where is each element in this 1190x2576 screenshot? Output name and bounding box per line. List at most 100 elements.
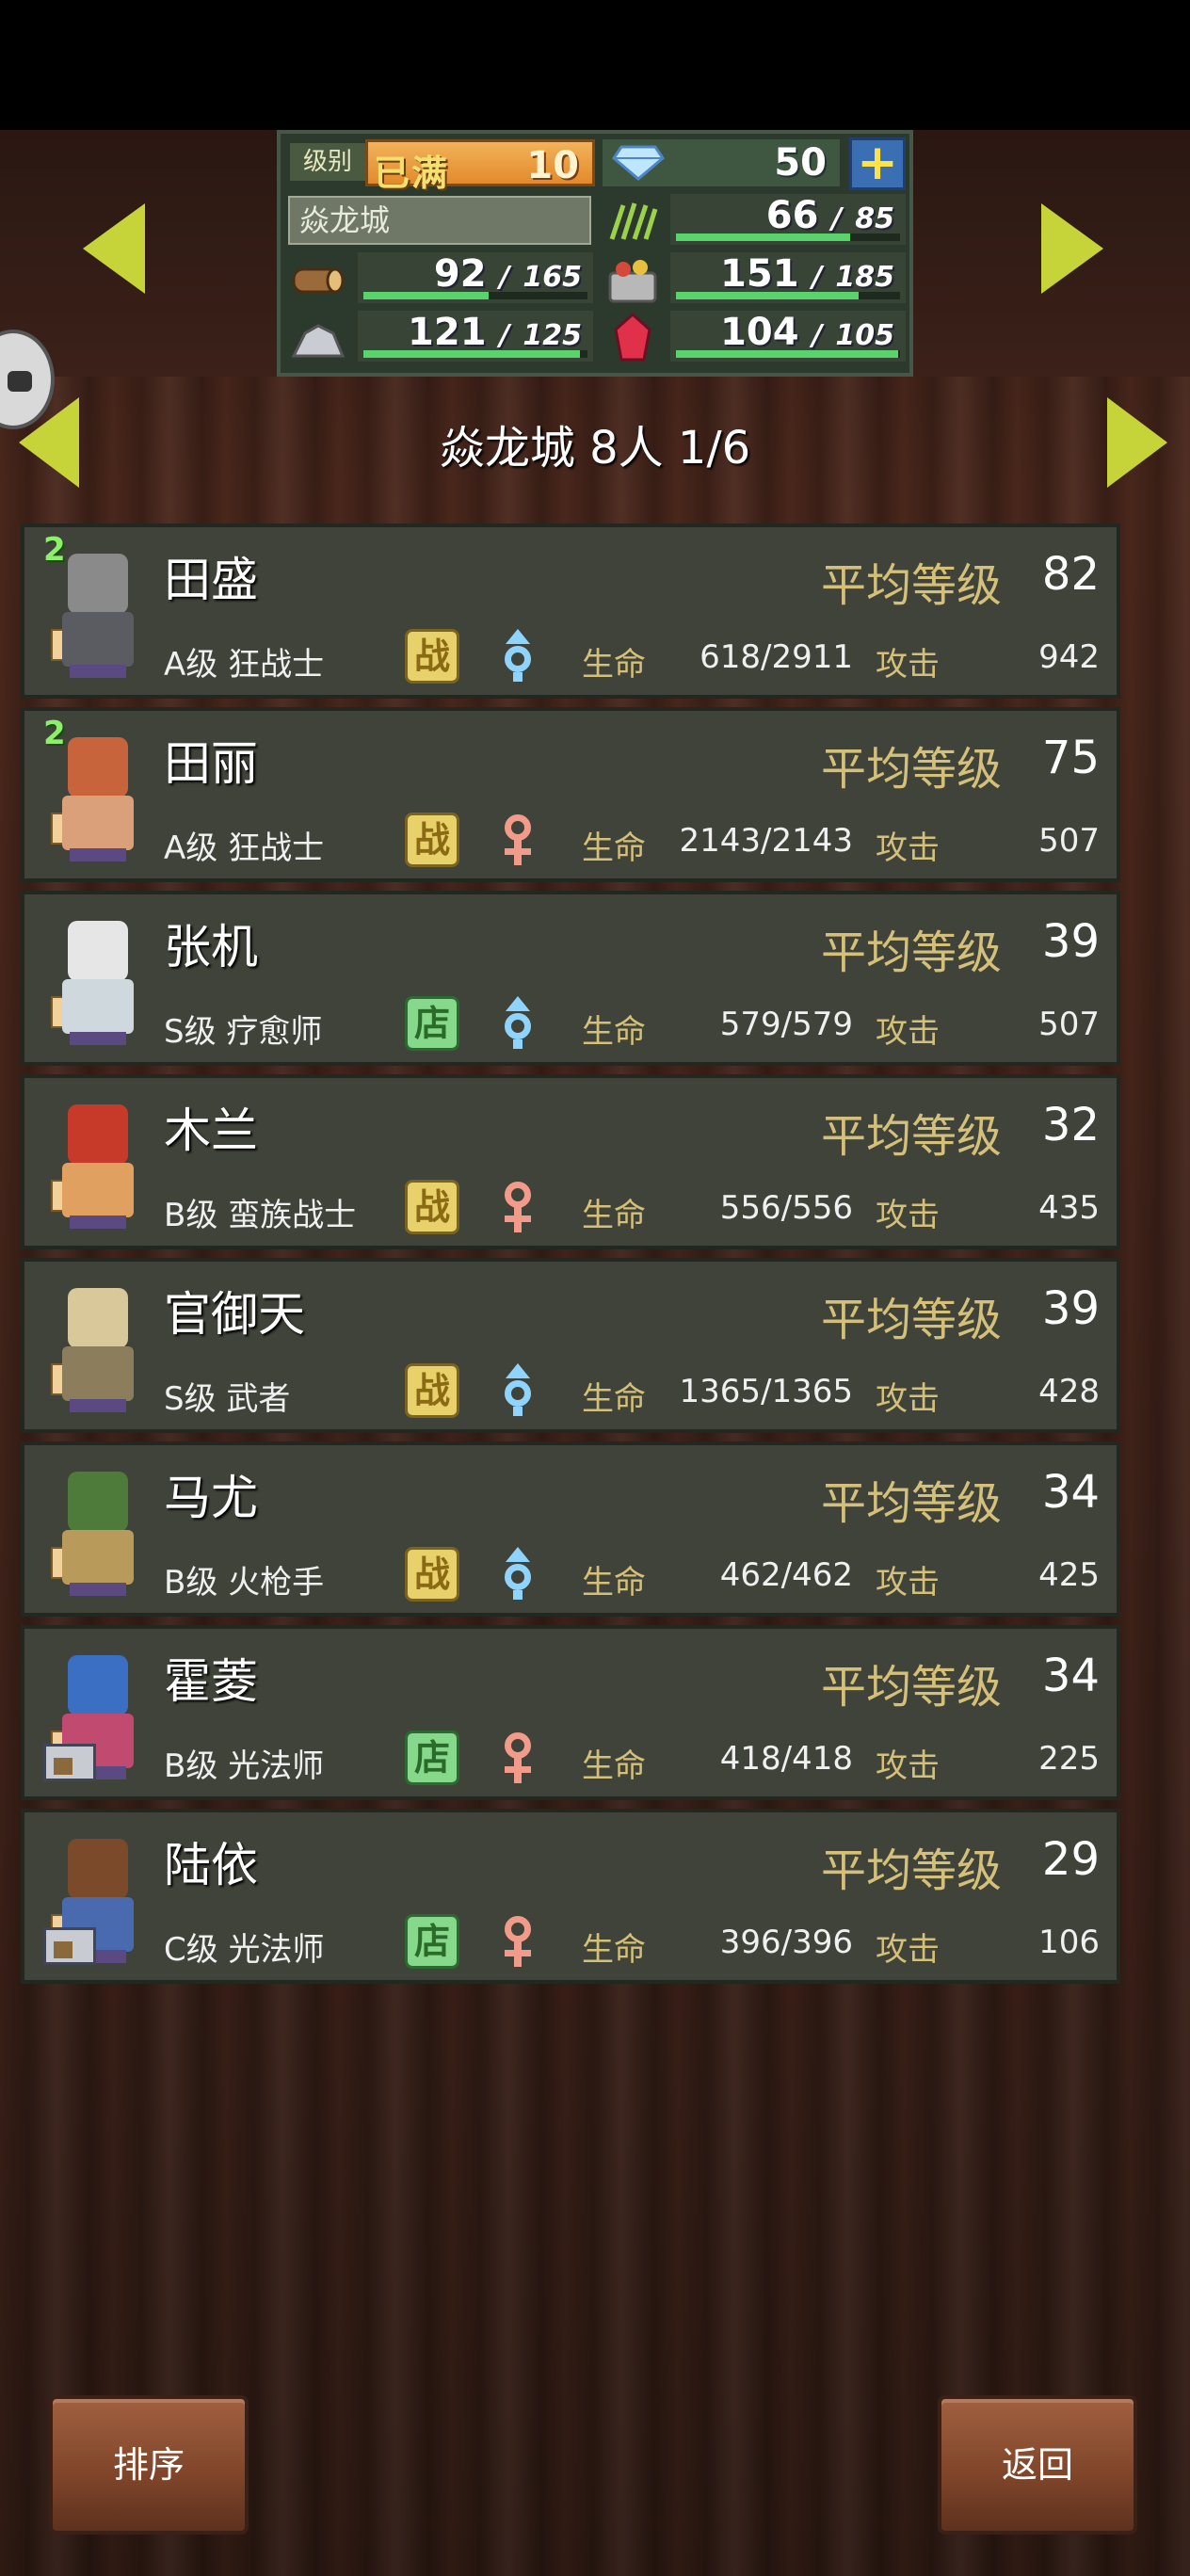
- member-avatar: [41, 1089, 154, 1240]
- shop-worker-icon: [43, 1744, 96, 1781]
- shop-worker-icon: [43, 1927, 96, 1965]
- female-icon: [497, 1914, 539, 1969]
- member-card[interactable]: 官御天 平均等级 39 S级 武者 战 生命 1365/1365 攻击 428: [21, 1258, 1120, 1433]
- attack-label: 攻击: [876, 1380, 940, 1418]
- member-name: 陆依: [164, 1838, 258, 1892]
- back-button[interactable]: 返回: [938, 2395, 1137, 2535]
- role-icon: 战: [405, 813, 459, 867]
- male-icon: [497, 996, 539, 1051]
- hp-label: 生命: [582, 646, 646, 684]
- hp-label: 生命: [582, 1747, 646, 1785]
- hp-value: 579/579: [719, 1006, 853, 1043]
- grass-fill: [676, 233, 850, 241]
- grass-icon: [603, 196, 663, 247]
- member-class: B级 蛮族战士: [164, 1197, 357, 1234]
- level-max-badge: 已满 10: [365, 139, 595, 194]
- avg-level-label: 平均等级: [821, 1477, 1003, 1530]
- wood-fill: [363, 292, 489, 299]
- hp-label: 生命: [582, 1380, 646, 1418]
- avg-level-value: 39: [1041, 915, 1100, 968]
- food-basket-icon: [603, 254, 663, 305]
- member-avatar: [41, 1824, 154, 1974]
- attack-value: 425: [1038, 1556, 1100, 1594]
- member-card[interactable]: 张机 平均等级 39 S级 疗愈师 店 生命 579/579 攻击 507: [21, 891, 1120, 1066]
- avg-level-label: 平均等级: [821, 926, 1003, 979]
- hp-value: 556/556: [719, 1189, 853, 1227]
- member-card[interactable]: 马尤 平均等级 34 B级 火枪手 战 生命 462/462 攻击 425: [21, 1441, 1120, 1617]
- gem-value: 50: [774, 141, 827, 185]
- avg-level-value: 39: [1041, 1282, 1100, 1335]
- member-card[interactable]: 2 田丽 平均等级 75 A级 狂战士 战 生命 2143/2143 攻击 50…: [21, 707, 1120, 882]
- ore-rock-icon: [288, 313, 348, 363]
- hp-value: 418/418: [719, 1740, 853, 1778]
- role-icon: 战: [405, 1547, 459, 1602]
- avg-level-value: 29: [1041, 1833, 1100, 1886]
- next-city-arrow[interactable]: [1041, 203, 1103, 294]
- prev-city-arrow[interactable]: [83, 203, 145, 294]
- sort-button[interactable]: 排序: [49, 2395, 249, 2535]
- member-name: 霍菱: [164, 1654, 258, 1709]
- member-card[interactable]: 霍菱 平均等级 34 B级 光法师 店 生命 418/418 攻击 225: [21, 1625, 1120, 1800]
- hp-value: 462/462: [719, 1556, 853, 1594]
- avg-level-value: 34: [1041, 1650, 1100, 1702]
- role-icon: 战: [405, 1180, 459, 1234]
- upgrade-badge: 2: [43, 531, 66, 569]
- attack-value: 428: [1038, 1373, 1100, 1410]
- attack-label: 攻击: [876, 1931, 940, 1969]
- attack-value: 507: [1038, 1006, 1100, 1043]
- avg-level-label: 平均等级: [821, 559, 1003, 612]
- ore-sep: /: [499, 319, 510, 352]
- wood-max: 165: [523, 261, 582, 294]
- grass-max: 85: [855, 202, 894, 235]
- attack-label: 攻击: [876, 1564, 940, 1602]
- hp-label: 生命: [582, 829, 646, 867]
- ore-max: 125: [523, 319, 582, 352]
- role-icon: 战: [405, 1363, 459, 1418]
- member-class: A级 狂战士: [164, 829, 325, 867]
- attack-value: 435: [1038, 1189, 1100, 1227]
- member-avatar: 2: [41, 715, 154, 873]
- member-class: S级 疗愈师: [164, 1013, 323, 1051]
- crystal-current: 104: [720, 311, 799, 354]
- role-icon: 店: [405, 996, 459, 1051]
- member-name: 张机: [164, 920, 258, 974]
- grass-sep: /: [831, 202, 843, 235]
- status-bar: [0, 0, 1190, 130]
- member-name: 马尤: [164, 1471, 258, 1525]
- hp-value: 396/396: [719, 1924, 853, 1961]
- hp-label: 生命: [582, 1197, 646, 1234]
- ore-fill: [363, 350, 581, 358]
- add-gems-button[interactable]: +: [849, 137, 906, 190]
- crystal-sep: /: [812, 319, 823, 352]
- member-avatar: [41, 1457, 154, 1607]
- male-icon: [497, 1363, 539, 1418]
- member-avatar: 2: [41, 531, 154, 689]
- upgrade-badge: 2: [43, 715, 66, 752]
- attack-value: 942: [1038, 638, 1100, 676]
- level-label: 级别: [290, 143, 365, 181]
- member-card[interactable]: 木兰 平均等级 32 B级 蛮族战士 战 生命 556/556 攻击 435: [21, 1074, 1120, 1249]
- member-class: A级 狂战士: [164, 646, 325, 684]
- member-name: 田丽: [164, 736, 258, 791]
- female-icon: [497, 813, 539, 867]
- ore-resource: 121 / 125: [358, 311, 593, 362]
- food-resource: 151 / 185: [670, 252, 906, 303]
- member-class: C级 光法师: [164, 1931, 325, 1969]
- role-icon: 战: [405, 629, 459, 684]
- food-sep: /: [812, 261, 823, 294]
- gem-counter: 50: [603, 139, 840, 186]
- avg-level-label: 平均等级: [821, 1294, 1003, 1346]
- wood-current: 92: [433, 252, 487, 296]
- level-value: 10: [526, 144, 579, 187]
- wood-sep: /: [499, 261, 510, 294]
- red-crystal-icon: [603, 312, 663, 363]
- avg-level-value: 32: [1041, 1099, 1100, 1151]
- attack-value: 106: [1038, 1924, 1100, 1961]
- crystal-max: 105: [835, 319, 894, 352]
- member-card[interactable]: 陆依 平均等级 29 C级 光法师 店 生命 396/396 攻击 106: [21, 1809, 1120, 1984]
- member-avatar: [41, 1273, 154, 1424]
- city-name: 焱龙城: [288, 196, 591, 245]
- role-icon: 店: [405, 1731, 459, 1785]
- member-card[interactable]: 2 田盛 平均等级 82 A级 狂战士 战 生命 618/2911 攻击 942: [21, 523, 1120, 699]
- avg-level-value: 34: [1041, 1466, 1100, 1519]
